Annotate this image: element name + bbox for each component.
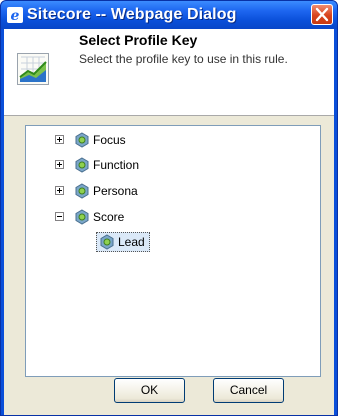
dialog-description: Select the profile key to use in this ru… — [79, 52, 288, 66]
svg-text:e: e — [11, 8, 20, 23]
profile-key-icon — [75, 132, 89, 148]
expand-icon[interactable] — [55, 186, 64, 195]
tree-item-score[interactable]: Score — [26, 209, 316, 227]
profile-key-icon — [75, 209, 89, 225]
tree-item-label: Function — [93, 158, 140, 172]
expand-icon[interactable] — [55, 160, 64, 169]
profile-key-tree[interactable]: Focus Function Persona Score Lead — [25, 125, 321, 377]
dialog-body: Select Profile Key Select the profile ke… — [4, 29, 334, 415]
dialog-title: Select Profile Key — [79, 32, 198, 48]
tree-item-lead[interactable]: Lead — [96, 232, 150, 252]
title-bar[interactable]: e Sitecore -- Webpage Dialog — [1, 1, 337, 29]
tree-item-label: Focus — [93, 133, 126, 147]
tree-item-persona[interactable]: Persona — [26, 183, 316, 201]
dialog-header: Select Profile Key Select the profile ke… — [4, 29, 334, 116]
tree-item-label: Lead — [118, 235, 145, 249]
tree-item-focus[interactable]: Focus — [26, 132, 316, 150]
profile-key-icon — [75, 183, 89, 199]
expand-icon[interactable] — [55, 135, 64, 144]
ok-button[interactable]: OK — [114, 378, 185, 403]
collapse-icon[interactable] — [55, 212, 64, 221]
ie-icon: e — [7, 7, 23, 23]
tree-item-function[interactable]: Function — [26, 157, 316, 175]
profile-key-icon — [75, 157, 89, 173]
window-title: Sitecore -- Webpage Dialog — [27, 6, 237, 23]
tree-item-label: Persona — [93, 184, 138, 198]
profile-key-icon — [100, 234, 114, 250]
close-button[interactable] — [311, 4, 333, 25]
chart-icon — [17, 53, 49, 85]
dialog-window: e Sitecore -- Webpage Dialog Select Prof… — [0, 0, 338, 416]
cancel-button[interactable]: Cancel — [213, 378, 284, 403]
tree-item-label: Score — [93, 210, 125, 224]
close-icon — [315, 7, 329, 22]
